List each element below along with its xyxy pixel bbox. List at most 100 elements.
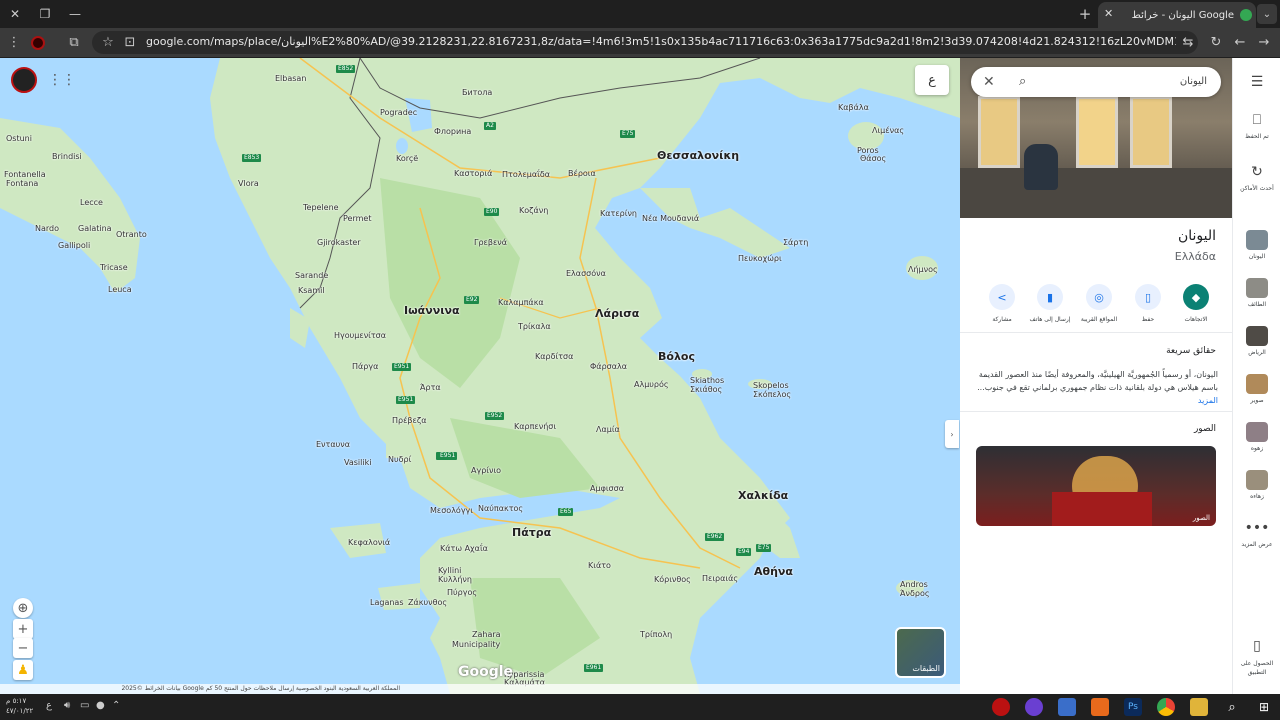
map-place-label[interactable]: Korçë (396, 154, 418, 163)
rail-item[interactable]: الرياض (1233, 326, 1280, 356)
layers-button[interactable]: الطبقات (895, 627, 946, 678)
minimize-window-icon[interactable]: — (60, 0, 90, 28)
map-place-label[interactable]: Elbasan (275, 74, 306, 83)
map-place-label[interactable]: Tepelene (303, 203, 339, 212)
start-icon[interactable]: ⊞ (1255, 698, 1273, 716)
map-place-label[interactable]: Μεσολόγγι (430, 506, 473, 515)
photoshop-icon[interactable]: Ps (1124, 698, 1142, 716)
forward-icon[interactable]: ← (1228, 28, 1252, 57)
map-place-label[interactable]: Lecce (80, 198, 103, 207)
map-place-label[interactable]: Ηγουμενίτσα (334, 331, 386, 340)
map-place-label[interactable]: Κεφαλονιά (348, 538, 390, 547)
map-place-label[interactable]: Ostuni (6, 134, 32, 143)
map-place-label[interactable]: Permet (343, 214, 371, 223)
apps-grid-icon[interactable]: ⋮⋮ (48, 72, 76, 88)
map-place-label[interactable]: Ενταυνα (316, 440, 350, 449)
map-place-label[interactable]: Σκόπελος (753, 390, 791, 399)
map-place-label[interactable]: Ιωάννινα (404, 305, 460, 316)
phone-action-button[interactable]: ▮ إرسال إلى هاتف (1028, 284, 1072, 323)
map-place-label[interactable]: Ζάκυνθος (408, 598, 447, 607)
bookmark-action-button[interactable]: ▯ حفظ (1126, 284, 1170, 323)
map-place-label[interactable]: Vasiliki (344, 458, 371, 467)
extensions-icon[interactable]: ⧉ (62, 28, 86, 57)
map-place-label[interactable]: Καρδίτσα (535, 352, 573, 361)
map-place-label[interactable]: Tricase (100, 263, 128, 272)
map-place-label[interactable]: Πύργος (447, 588, 477, 597)
tab-search-icon[interactable]: ⌄ (1257, 4, 1277, 24)
rail-item[interactable]: صوير (1233, 374, 1280, 404)
cast-icon[interactable]: ⇆ (1176, 28, 1200, 57)
map-place-label[interactable]: Κόρινθος (654, 575, 691, 584)
zoom-out-button[interactable]: − (13, 638, 33, 658)
directions-action-button[interactable]: ◆ الاتجاهات (1174, 284, 1218, 323)
profile-avatar[interactable] (26, 28, 50, 57)
app-icon[interactable] (992, 698, 1010, 716)
map-place-label[interactable]: Βόλος (658, 351, 695, 362)
app-icon[interactable] (1058, 698, 1076, 716)
close-tab-icon[interactable]: ✕ (1104, 7, 1113, 20)
taskbar-clock[interactable]: ٥:١٧ م ٤٧/٠١/٢٢ (6, 696, 33, 716)
app-icon[interactable] (1025, 698, 1043, 716)
map-place-label[interactable]: Leuca (108, 285, 132, 294)
map-place-label[interactable]: Brindisi (52, 152, 82, 161)
map-place-label[interactable]: Zahara (472, 630, 501, 639)
pegman-icon[interactable]: ♟ (13, 660, 33, 680)
volume-icon[interactable]: 🔊︎ (64, 700, 70, 711)
map-place-label[interactable]: Καστοριά (454, 169, 492, 178)
map-place-label[interactable]: Θάσος (860, 154, 886, 163)
network-icon[interactable]: ▭ (80, 700, 89, 711)
site-info-icon[interactable]: ⊡ (118, 28, 142, 57)
my-location-icon[interactable]: ⊕ (13, 598, 33, 618)
map-place-label[interactable]: Τρίπολη (640, 630, 672, 639)
map-place-label[interactable]: Pogradec (380, 108, 417, 117)
map-place-label[interactable]: Νυδρί (388, 455, 411, 464)
rail-item[interactable]: زهاءه (1233, 470, 1280, 500)
map-place-label[interactable]: Skopelos (753, 381, 789, 390)
browser-menu-icon[interactable]: ⋮ (2, 28, 26, 57)
map-place-label[interactable]: Ναύπακτος (478, 504, 523, 513)
map-place-label[interactable]: Κατερίνη (600, 209, 637, 218)
map-place-label[interactable]: Πευκοχώρι (738, 254, 782, 263)
rail-item[interactable]: اليونان (1233, 230, 1280, 260)
map-place-label[interactable]: Andros (900, 580, 928, 589)
restore-window-icon[interactable]: ❐ (30, 0, 60, 28)
map-place-label[interactable]: Galatina (78, 224, 112, 233)
map-place-label[interactable]: Αμφισσα (590, 484, 624, 493)
map-place-label[interactable]: Θεσσαλονίκη (657, 150, 739, 161)
file-explorer-icon[interactable] (1190, 698, 1208, 716)
close-window-icon[interactable]: ✕ (0, 0, 30, 28)
map-place-label[interactable]: Gjirokaster (317, 238, 361, 247)
account-avatar[interactable] (11, 67, 37, 93)
nearby-action-button[interactable]: ◎ المواقع القريبة (1077, 284, 1121, 323)
map-place-label[interactable]: Χαλκίδα (738, 490, 788, 501)
map-place-label[interactable]: Битола (462, 88, 492, 97)
map-place-label[interactable]: Αλμυρός (634, 380, 669, 389)
microphone-icon[interactable]: ● (96, 700, 105, 711)
url-text[interactable]: google.com/maps/place/اليونان%E2%80%AD/@… (146, 31, 1176, 53)
map-place-label[interactable]: Λάρισα (595, 308, 639, 319)
map-place-label[interactable]: Πειραιάς (702, 574, 738, 583)
browser-tab-active[interactable]: ✕ اليونان - خرائط Google (1098, 2, 1256, 28)
close-icon[interactable]: ✕ (983, 67, 995, 97)
map-place-label[interactable]: Άρτα (420, 383, 441, 392)
map-place-label[interactable]: Βέροια (568, 169, 596, 178)
map-place-label[interactable]: Fontana (6, 179, 38, 188)
map-place-label[interactable]: Πάτρα (512, 527, 551, 538)
rail-item[interactable]: ↻ أحدث الأماكن (1233, 164, 1280, 192)
map-place-label[interactable]: Καβάλα (838, 103, 869, 112)
search-box[interactable]: اليونان ⌕ ✕ (971, 67, 1221, 97)
bookmark-star-icon[interactable]: ☆ (96, 28, 120, 57)
map-place-label[interactable]: Флорина (434, 127, 471, 136)
search-icon[interactable]: ⌕ (1223, 698, 1241, 716)
map-place-label[interactable]: Ksamil (298, 286, 325, 295)
map-place-label[interactable]: Λήμνος (908, 265, 938, 274)
map-place-label[interactable]: Άνδρος (900, 589, 930, 598)
map-place-label[interactable]: Nardo (35, 224, 59, 233)
map-place-label[interactable]: Laganas (370, 598, 403, 607)
map-place-label[interactable]: Καλαμπάκα (498, 298, 544, 307)
back-icon[interactable]: → (1252, 28, 1276, 57)
search-icon[interactable]: ⌕ (1019, 67, 1026, 97)
collapse-panel-button[interactable]: › (945, 420, 959, 448)
photos-card[interactable]: الصور (976, 446, 1216, 526)
get-app-button[interactable]: ▯ الحصول على التطبيق (1233, 638, 1280, 677)
